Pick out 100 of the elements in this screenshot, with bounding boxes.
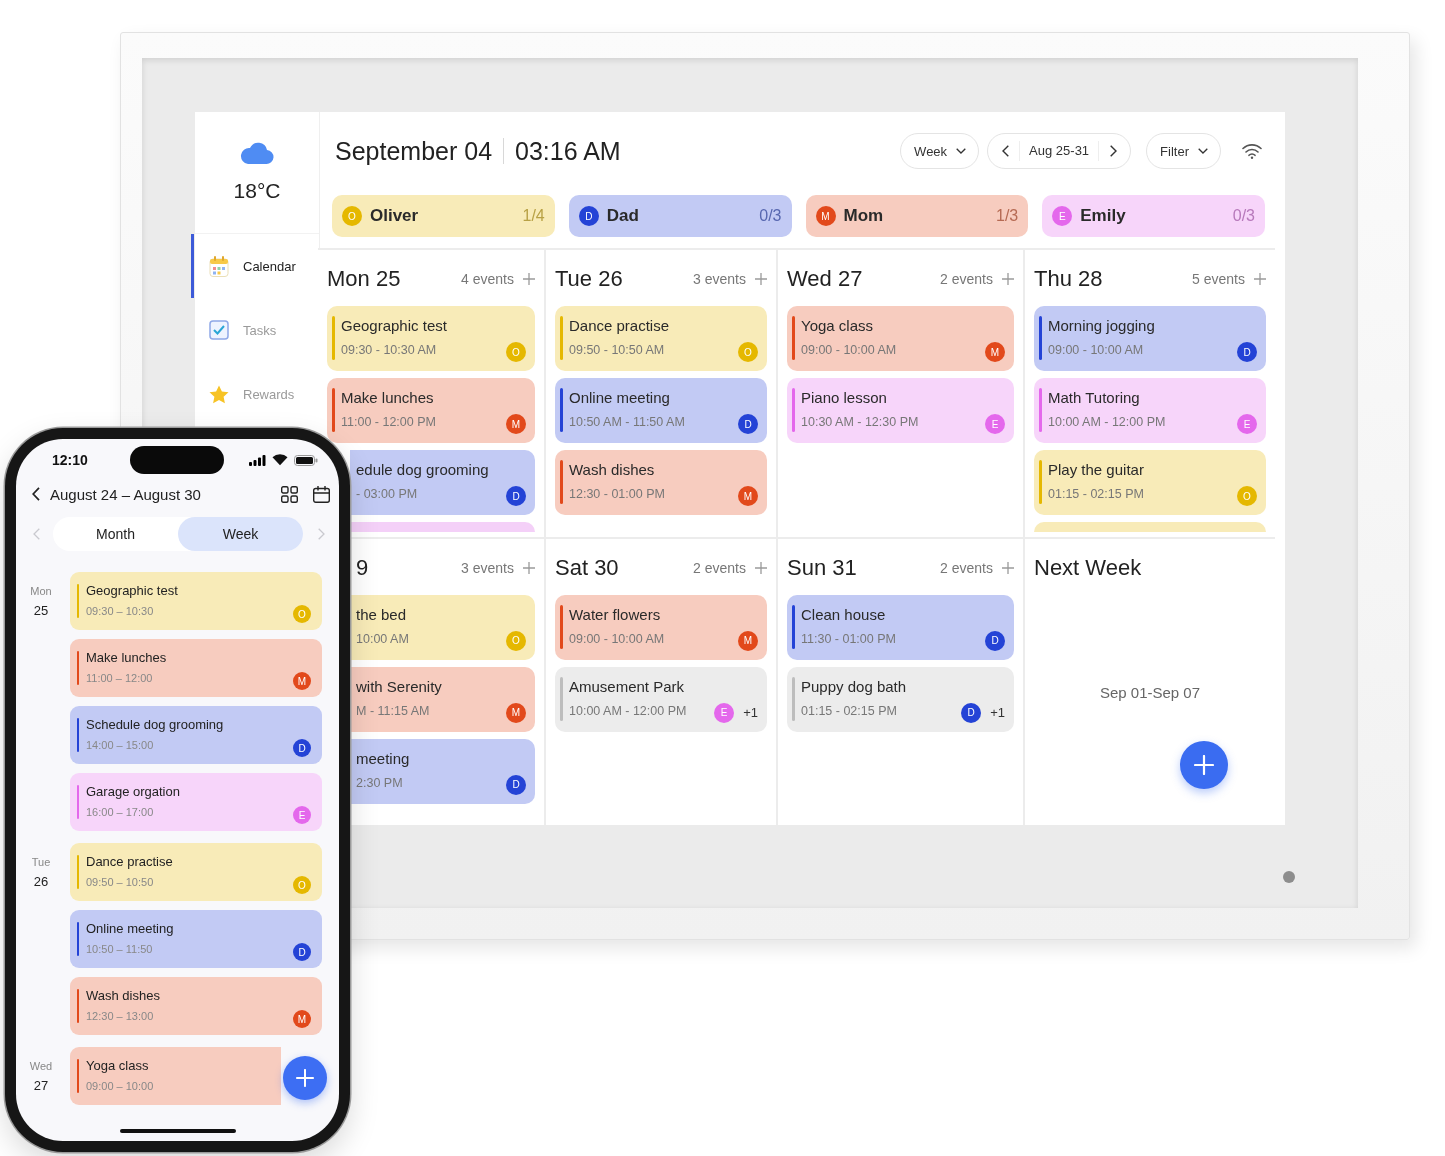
temperature: 18°C [233,179,281,203]
stripe-icon [77,922,79,956]
stripe-icon [77,651,79,685]
event-time: M - 11:15 AM [356,702,430,719]
member-chip[interactable]: M Mom 1/3 [805,195,1029,237]
day-number: 26 [33,874,49,889]
avatar: E [1052,206,1073,226]
event-card[interactable]: Amusement Park 10:00 AM - 12:00 PM E +1 [555,666,767,732]
event-time: 10:30 AM - 12:30 PM [801,414,919,430]
chevron-down-icon [956,148,967,154]
avatar: O [1237,486,1257,506]
stripe-icon [1039,388,1042,432]
event-card[interactable]: Puppy dog bath 01:15 - 02:15 PM D +1 [787,666,1014,732]
view-tab[interactable]: Week [178,517,303,551]
event-card[interactable]: Geographic test 09:30 - 10:30 AM O [327,306,535,371]
chevron-left-icon [1001,145,1009,157]
chevron-down-icon [1198,148,1208,154]
day-title: Mon 25 [327,266,401,292]
event-time: 09:30 - 10:30 AM [341,342,437,358]
event-title: Dance practise [569,316,670,335]
event-title: with Serenity [356,676,442,696]
event-time: 12:30 – 13:00 [86,1009,154,1023]
avatar: M [738,630,758,651]
more-count: +1 [743,705,758,720]
avatar: D [293,943,311,961]
day-title: Tue 26 [555,266,623,292]
plus-icon[interactable] [1002,273,1014,285]
event-title: Geographic test [341,316,447,335]
avatar: M [293,1010,311,1028]
plus-icon[interactable] [1002,561,1014,574]
event-title: Online meeting [86,920,174,937]
event-card[interactable]: Yoga class 09:00 – 10:00 [70,1047,281,1105]
event-card[interactable]: Online meeting 10:50 AM - 11:50 AM D [555,378,767,443]
event-card[interactable]: Morning jogging 09:00 - 10:00 AM D [1034,306,1266,371]
event-card[interactable]: Dance practise 09:50 - 10:50 AM O [555,306,767,371]
avatar: D [578,206,599,226]
member-chip[interactable]: O Oliver 1/4 [332,195,555,237]
member-chip[interactable]: E Emily 0/3 [1042,195,1265,237]
calendar-icon[interactable] [313,485,330,503]
event-title: Dance practise [86,853,173,870]
chevron-left-icon[interactable] [33,528,40,540]
plus-icon [1194,754,1214,775]
event-card[interactable]: Wash dishes 12:30 – 13:00 M [70,977,322,1035]
event-card[interactable]: Geographic test 09:30 – 10:30 O [70,572,322,630]
event-card[interactable]: Online meeting 10:50 – 11:50 D [70,910,322,968]
event-title: Make lunches [86,649,167,666]
event-card[interactable]: Garage orgation 16:00 – 17:00 E [70,773,322,831]
stripe-icon [77,718,79,752]
add-button[interactable] [283,1056,327,1100]
event-title: Puppy dog bath [801,676,907,696]
plus-icon[interactable] [1254,273,1266,285]
event-count: 3 events [461,559,514,576]
event-card[interactable]: Dance practise 09:50 – 10:50 O [70,843,322,901]
plus-icon[interactable] [755,273,767,285]
event-title: meeting [356,748,410,768]
plus-icon[interactable] [523,273,535,285]
day-title: 9 [356,554,369,581]
plus-icon[interactable] [523,561,535,574]
event-card[interactable]: Wash dishes 12:30 - 01:00 PM M [555,450,767,515]
avatar: E [714,702,735,723]
event-card[interactable]: Make lunches 11:00 - 12:00 PM M [327,378,535,443]
chevron-right-icon[interactable] [318,528,325,540]
plus-icon[interactable] [755,561,767,574]
event-card[interactable]: Play the guitar 01:15 - 02:15 PM O [1034,450,1266,515]
event-title: Amusement Park [569,676,685,696]
filter-dropdown[interactable]: Filter [1146,133,1221,169]
day-title: Thu 28 [1034,266,1103,292]
grid-icon[interactable] [281,485,298,503]
event-title: edule dog grooming [356,460,489,479]
view-dropdown[interactable]: Week [900,133,980,169]
event-card[interactable]: edule dog grooming - 03:00 PM D [350,450,535,515]
event-card[interactable]: the bed 10:00 AM O [350,594,535,660]
event-card[interactable]: with Serenity M - 11:15 AM M [350,666,535,732]
avatar: O [738,342,758,362]
event-time: 09:00 - 10:00 AM [569,630,665,647]
event-card[interactable]: Math Tutoring 10:00 AM - 12:00 PM E [1034,378,1266,443]
more-count: +1 [990,705,1005,720]
event-card[interactable]: Water flowers 09:00 - 10:00 AM M [555,594,767,660]
event-title: the bed [356,604,407,624]
event-card[interactable]: Yoga class 09:00 - 10:00 AM M [787,306,1014,371]
stripe-icon [77,584,79,618]
stripe-icon [1039,460,1042,504]
day-number: 27 [33,1078,49,1093]
add-button[interactable] [1180,740,1228,789]
event-card[interactable]: Schedule dog grooming 14:00 – 15:00 D [70,706,322,764]
date-label: September 04 [335,136,493,166]
event-card[interactable]: meeting 2:30 PM D [350,738,535,804]
event-time: 09:50 – 10:50 [86,875,154,889]
event-card[interactable]: Piano lesson 10:30 AM - 12:30 PM E [787,378,1014,443]
view-tab[interactable]: Month [53,517,178,551]
event-card[interactable]: Make lunches 11:00 – 12:00 M [70,639,322,697]
event-card[interactable]: Clean house 11:30 - 01:00 PM D [787,594,1014,660]
battery-icon [294,454,318,466]
stripe-icon [560,604,563,649]
star-icon [209,384,229,404]
member-chip[interactable]: D Dad 0/3 [568,195,792,237]
back-icon[interactable] [32,487,40,501]
avatar: M [506,414,526,434]
avatar: D [738,414,758,434]
avatar: E [1237,414,1257,434]
